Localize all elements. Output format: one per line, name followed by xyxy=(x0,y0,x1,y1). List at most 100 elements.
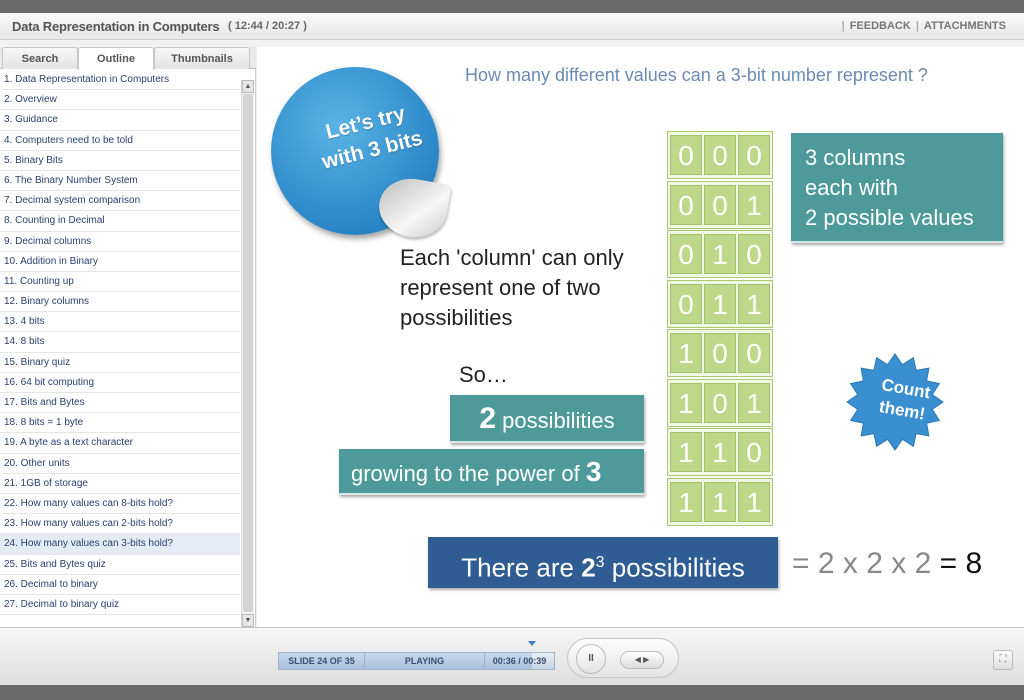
outline-item[interactable]: 21. 1GB of storage xyxy=(0,474,240,494)
slide-canvas: How many different values can a 3-bit nu… xyxy=(257,47,1024,627)
outline-scrollbar[interactable]: ▲ ▼ xyxy=(241,80,254,627)
total-possibilities-box: There are 23 possibilities xyxy=(428,537,778,588)
outline-item[interactable]: 17. Bits and Bytes xyxy=(0,393,240,414)
bit-cell: 0 xyxy=(738,432,770,472)
count-them-badge: Count them! xyxy=(845,352,949,452)
total-exponent: 3 xyxy=(595,554,605,571)
total-suffix: possibilities xyxy=(604,552,745,583)
sidebar-tabs: Search Outline Thumbnails xyxy=(0,47,256,70)
outline-item[interactable]: 25. Bits and Bytes quiz xyxy=(0,555,240,575)
total-prefix: There are xyxy=(461,552,582,583)
attachments-link[interactable]: ATTACHMENTS xyxy=(924,20,1006,32)
play-status: PLAYING xyxy=(365,653,485,669)
outline-item[interactable]: 2. Overview xyxy=(0,90,240,111)
title-bar: Data Representation in Computers ( 12:44… xyxy=(0,13,1024,40)
slide-time: 00:36 / 00:39 xyxy=(492,656,547,666)
seek-button[interactable]: ◀ ▶ xyxy=(620,651,664,669)
course-title: Data Representation in Computers xyxy=(12,19,220,34)
player-controls-bar: SLIDE 24 OF 35 PLAYING 00:36 / 00:39 II … xyxy=(0,627,1024,685)
outline-item[interactable]: 10. Addition in Binary xyxy=(0,252,240,272)
tab-thumbnails[interactable]: Thumbnails xyxy=(154,47,250,69)
possibilities-number: 2 xyxy=(479,402,497,435)
outline-item[interactable]: 14. 8 bits xyxy=(0,332,240,353)
equation-expression: = 2 x 2 x 2 xyxy=(792,547,940,580)
bit-row: 101 xyxy=(667,378,773,427)
bit-cell: 0 xyxy=(670,135,702,175)
scroll-down-icon[interactable]: ▼ xyxy=(242,614,254,627)
outline-item[interactable]: 9. Decimal columns xyxy=(0,232,240,252)
three-columns-box: 3 columns each with 2 possible values xyxy=(791,133,1003,243)
outline-item[interactable]: 15. Binary quiz xyxy=(0,353,240,373)
outline-item[interactable]: 5. Binary Bits xyxy=(0,151,240,171)
bit-row: 100 xyxy=(667,329,773,377)
pause-button[interactable]: II xyxy=(576,644,606,674)
player-window: Data Representation in Computers ( 12:44… xyxy=(0,13,1024,685)
tab-outline[interactable]: Outline xyxy=(78,47,154,70)
outline-item[interactable]: 1. Data Representation in Computers xyxy=(0,70,240,91)
outline-item[interactable]: 22. How many values can 8-bits hold? xyxy=(0,494,240,515)
bit-row: 001 xyxy=(667,180,773,229)
outline-item[interactable]: 20. Other units xyxy=(0,454,240,474)
slide-question: How many different values can a 3-bit nu… xyxy=(465,65,928,85)
bit-cell: 1 xyxy=(704,283,736,324)
outline-item[interactable]: 16. 64 bit computing xyxy=(0,373,240,393)
bit-cell: 1 xyxy=(670,333,702,373)
bit-cell: 0 xyxy=(704,382,736,423)
growing-text: growing to the power of xyxy=(351,461,586,486)
columns-line-1: 3 columns xyxy=(805,145,906,170)
course-time: ( 12:44 / 20:27 ) xyxy=(228,20,307,32)
outline-item[interactable]: 7. Decimal system comparison xyxy=(0,191,240,212)
so-text: So… xyxy=(459,362,508,387)
outline-item[interactable]: 24. How many values can 3-bits hold? xyxy=(0,534,240,555)
power-box: growing to the power of 3 xyxy=(339,449,644,495)
fullscreen-icon[interactable]: ⛶ xyxy=(993,650,1013,670)
lets-try-badge: Let’s try with 3 bits xyxy=(271,67,452,247)
two-possibilities-box: 2 possibilities xyxy=(450,395,644,443)
outline-item[interactable]: 18. 8 bits = 1 byte xyxy=(0,413,240,434)
tab-search[interactable]: Search xyxy=(2,47,78,69)
scroll-up-icon[interactable]: ▲ xyxy=(242,80,254,93)
equation-result: = 8 xyxy=(939,547,983,580)
outline-item[interactable]: 19. A byte as a text character xyxy=(0,433,240,454)
bit-row: 011 xyxy=(667,279,773,328)
playback-controls: II ◀ ▶ xyxy=(567,638,679,678)
bit-cell: 1 xyxy=(738,481,770,522)
outline-item[interactable]: 27. Decimal to binary quiz xyxy=(0,595,240,616)
outline-item[interactable]: 3. Guidance xyxy=(0,110,240,131)
outline-item[interactable]: 23. How many values can 2-bits hold? xyxy=(0,514,240,535)
scroll-thumb[interactable] xyxy=(243,94,253,612)
progress-marker-icon[interactable] xyxy=(528,641,536,646)
columns-line-2: each with xyxy=(805,175,898,200)
equation: = 2 x 2 x 2 = 8 xyxy=(792,547,982,581)
bit-cell: 0 xyxy=(670,283,702,324)
bit-cell: 1 xyxy=(704,234,736,274)
outline-item[interactable]: 8. Counting in Decimal xyxy=(0,211,240,232)
bit-grid: 000001010011100101110111 xyxy=(667,131,773,531)
outline-item[interactable]: 13. 4 bits xyxy=(0,312,240,333)
outline-item[interactable]: 11. Counting up xyxy=(0,272,240,293)
outline-item[interactable]: 4. Computers need to be told xyxy=(0,131,240,151)
bit-cell: 1 xyxy=(738,382,770,423)
outline-item[interactable]: 6. The Binary Number System xyxy=(0,171,240,192)
bit-cell: 1 xyxy=(704,432,736,472)
bit-cell: 1 xyxy=(704,481,736,522)
bit-cell: 1 xyxy=(670,382,702,423)
possibilities-text: possibilities xyxy=(496,408,615,433)
sidebar: Search Outline Thumbnails 1. Data Repres… xyxy=(0,47,256,627)
total-base: 2 xyxy=(581,552,596,583)
slide-counter: SLIDE 24 OF 35 xyxy=(279,653,365,669)
bit-cell: 0 xyxy=(670,234,702,274)
columns-line-3: 2 possible values xyxy=(805,205,974,230)
divider: | xyxy=(841,20,845,32)
progress-bar[interactable]: SLIDE 24 OF 35 PLAYING 00:36 / 00:39 xyxy=(278,652,555,670)
bit-cell: 1 xyxy=(738,184,770,225)
feedback-link[interactable]: FEEDBACK xyxy=(850,20,911,32)
outline-item[interactable]: 12. Binary columns xyxy=(0,292,240,313)
bit-cell: 0 xyxy=(704,184,736,225)
outline-item[interactable]: 26. Decimal to binary xyxy=(0,575,240,595)
bit-cell: 1 xyxy=(670,481,702,522)
bit-cell: 0 xyxy=(670,184,702,225)
divider: | xyxy=(915,20,919,32)
bit-row: 010 xyxy=(667,230,773,278)
bit-row: 110 xyxy=(667,428,773,476)
